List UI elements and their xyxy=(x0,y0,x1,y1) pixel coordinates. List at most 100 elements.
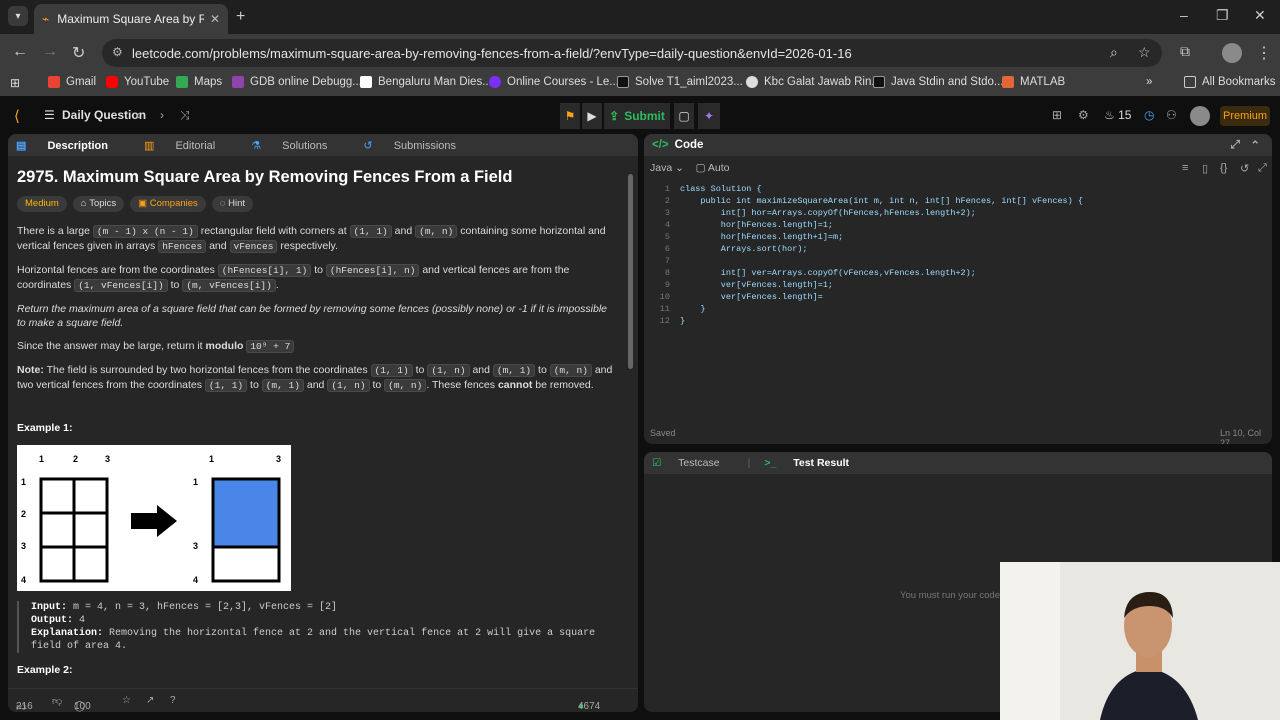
browser-menu-icon[interactable]: ⋮ xyxy=(1256,43,1272,63)
paragraph-note: Note: The field is surrounded by two hor… xyxy=(17,364,613,392)
settings-gear-icon[interactable]: ⚙ xyxy=(1078,108,1089,122)
difficulty-badge: Medium xyxy=(17,196,67,212)
code-line[interactable]: hor[hFences.length+1]=m; xyxy=(680,232,843,242)
bookmark-java[interactable]: Java Stdin and Stdo... xyxy=(873,76,1004,88)
maximize-icon[interactable]: ❐ xyxy=(1216,7,1229,24)
submit-button[interactable]: ⇪ Submit xyxy=(604,103,670,129)
tab-search-dropdown-icon[interactable]: ▾ xyxy=(8,6,28,26)
collapse-icon[interactable]: ⌃ xyxy=(1250,138,1260,152)
next-problem-icon[interactable]: › xyxy=(160,108,164,122)
bookmark-star-icon[interactable]: ☆ xyxy=(1138,44,1151,61)
code-line[interactable]: int[] hor=Arrays.copyOf(hFences,hFences.… xyxy=(680,208,976,218)
topics-chip[interactable]: ⌂ Topics xyxy=(72,196,125,212)
line-number: 11 xyxy=(659,304,670,314)
diagram-left-col-label: 3 xyxy=(105,454,110,464)
bookmark-courses[interactable]: Online Courses - Le... xyxy=(489,76,619,88)
line-number: 4 xyxy=(664,220,670,230)
premium-button[interactable]: Premium xyxy=(1220,106,1270,126)
code-line[interactable]: ver[vFences.length]=1; xyxy=(680,280,833,290)
flame-icon: ♨ xyxy=(1104,108,1115,122)
tab-description[interactable]: ▤ Description xyxy=(16,139,126,152)
code-line[interactable]: hor[hFences.length]=1; xyxy=(680,220,833,230)
close-window-icon[interactable]: ✕ xyxy=(1254,7,1266,24)
bookmark-maps[interactable]: Maps xyxy=(176,76,222,88)
run-button[interactable]: ▶ xyxy=(582,103,602,129)
bookmark-gmail[interactable]: Gmail xyxy=(48,76,96,88)
code-line[interactable]: public int maximizeSquareArea(int m, int… xyxy=(680,196,1083,206)
add-friend-icon[interactable]: ⚇ xyxy=(1166,108,1177,122)
code-line[interactable]: class Solution { xyxy=(680,184,762,194)
apps-grid-icon[interactable]: ⊞ xyxy=(10,76,20,90)
tab-submissions[interactable]: ↺ Submissions xyxy=(363,139,474,152)
user-avatar[interactable] xyxy=(1190,106,1210,126)
favorite-star-icon[interactable]: ☆ xyxy=(122,695,131,706)
debug-icon[interactable]: ⚑ xyxy=(560,103,580,129)
extensions-icon[interactable]: ⧉ xyxy=(1180,43,1190,60)
close-tab-icon[interactable]: ✕ xyxy=(210,12,220,26)
bookmark-matlab[interactable]: MATLAB xyxy=(1002,76,1065,88)
example-1-heading: Example 1: xyxy=(17,422,73,434)
expand-icon[interactable]: ⤢ xyxy=(1231,139,1240,152)
address-bar-row: ← → ↻ ⚙ leetcode.com/problems/maximum-sq… xyxy=(0,34,1280,72)
url-field[interactable]: ⚙ leetcode.com/problems/maximum-square-a… xyxy=(102,39,1162,67)
bookmark-kbc[interactable]: Kbc Galat Jawab Rin... xyxy=(746,76,881,88)
bookmark-gdb[interactable]: GDB online Debugg... xyxy=(232,76,362,88)
line-number: 2 xyxy=(664,196,670,206)
daily-question-link[interactable]: Daily Question xyxy=(62,108,146,122)
code-line[interactable]: Arrays.sort(hor); xyxy=(680,244,808,254)
back-icon[interactable]: ← xyxy=(12,43,28,61)
share-icon[interactable]: ↗ xyxy=(146,695,154,706)
description-scrollbar[interactable] xyxy=(628,174,633,369)
reload-icon[interactable]: ↻ xyxy=(72,43,85,63)
language-selector[interactable]: Java ⌄ ▢ Auto xyxy=(650,162,729,174)
problem-title[interactable]: 2975. Maximum Square Area by Removing Fe… xyxy=(17,169,617,186)
bookmark-youtube[interactable]: YouTube xyxy=(106,76,169,88)
bookmark-icon[interactable]: ▯ xyxy=(1202,162,1208,175)
minimize-icon[interactable]: – xyxy=(1180,7,1188,23)
streak-counter[interactable]: ♨ 15 xyxy=(1104,108,1131,122)
browser-tab-active[interactable]: ⌁ Maximum Square Area by Remo ✕ xyxy=(34,4,228,34)
bookmark-solve[interactable]: Solve T1_aiml2023... xyxy=(617,76,743,88)
ai-assist-icon[interactable]: ✦ xyxy=(698,103,720,129)
webcam-overlay xyxy=(1000,562,1280,720)
tab-test-result[interactable]: >_ Test Result xyxy=(764,457,863,469)
prev-problem-icon[interactable]: ‹ xyxy=(136,108,140,122)
forward-icon[interactable]: → xyxy=(42,43,58,61)
submissions-icon: ↺ xyxy=(363,139,373,152)
fullscreen-icon[interactable]: ⤢ xyxy=(1258,162,1267,175)
tab-editorial[interactable]: ▥ Editorial xyxy=(144,139,233,152)
braces-icon[interactable]: {} xyxy=(1220,162,1227,174)
layout-icon[interactable]: ⊞ xyxy=(1052,108,1062,122)
problem-list-icon[interactable]: ☰ xyxy=(44,108,55,122)
code-line[interactable]: } xyxy=(680,304,705,314)
notes-icon[interactable]: ▢ xyxy=(674,103,694,129)
profile-avatar[interactable] xyxy=(1222,43,1242,63)
code-line[interactable]: } xyxy=(680,316,685,326)
person-video-image xyxy=(1000,562,1280,720)
site-info-icon[interactable]: ⚙ xyxy=(112,45,123,59)
tab-testcase[interactable]: ☑ Testcase xyxy=(652,457,734,469)
hint-chip[interactable]: ◌ Hint xyxy=(211,196,254,212)
more-bookmarks-icon[interactable]: » xyxy=(1146,76,1152,88)
checkbox-icon: ☑ xyxy=(652,457,662,469)
line-number: 6 xyxy=(664,244,670,254)
zoom-search-icon[interactable]: ⌕ xyxy=(1110,44,1118,61)
paragraph-1: There is a large (m - 1) x (n - 1) recta… xyxy=(17,225,606,253)
terminal-icon: >_ xyxy=(764,457,777,469)
tab-solutions[interactable]: ⚗ Solutions xyxy=(251,139,345,152)
reset-icon[interactable]: ↺ xyxy=(1240,162,1249,175)
lock-icon: ▣ xyxy=(138,198,150,209)
help-icon[interactable]: ? xyxy=(170,695,176,706)
browser-tab-bar: ▾ ⌁ Maximum Square Area by Remo ✕ + – ❐ … xyxy=(0,0,1280,34)
companies-chip[interactable]: ▣ Companies xyxy=(130,196,206,212)
all-bookmarks[interactable]: All Bookmarks xyxy=(1184,76,1276,88)
dislike-icon[interactable]: 👎︎ xyxy=(52,695,62,707)
leetcode-logo-icon[interactable]: ⟨ xyxy=(14,107,20,125)
format-icon[interactable]: ≡ xyxy=(1182,162,1188,174)
shuffle-icon[interactable]: ⤨ xyxy=(180,108,190,123)
new-tab-icon[interactable]: + xyxy=(236,8,245,26)
code-line[interactable]: ver[vFences.length]= xyxy=(680,292,823,302)
timer-icon[interactable]: ◷ xyxy=(1144,108,1154,122)
bookmark-news[interactable]: Bengaluru Man Dies... xyxy=(360,76,492,88)
code-line[interactable]: int[] ver=Arrays.copyOf(vFences,vFences.… xyxy=(680,268,976,278)
